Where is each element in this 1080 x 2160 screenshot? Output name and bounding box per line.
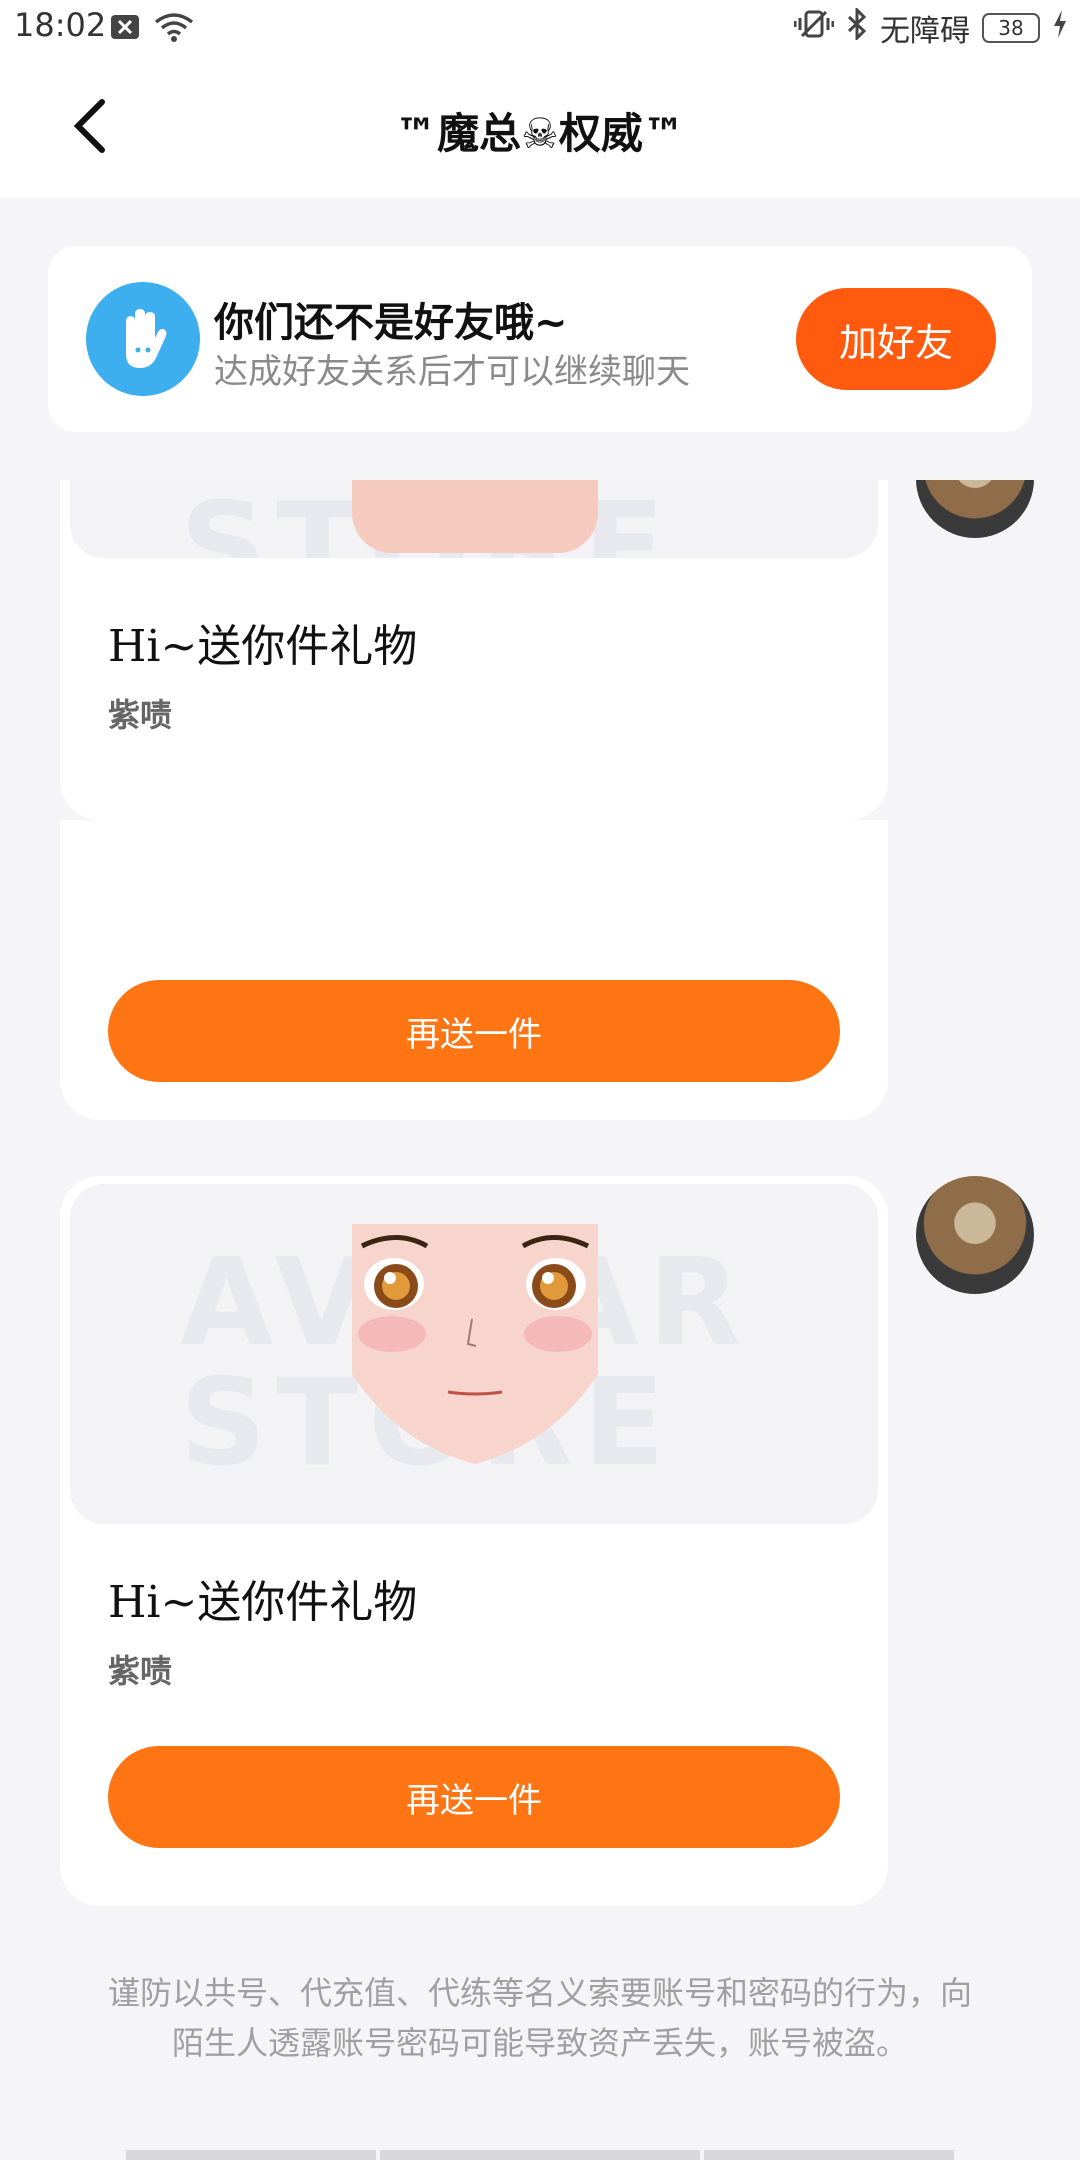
face-makeup-icon [352,1224,598,1464]
status-bar: 18:02 无障碍 38 [0,0,1080,56]
gift-preview[interactable]: AVATAR STORE [70,1184,878,1524]
gift-message-card: AVATAR STORE Hi~送你件礼物 紫啧 再送一件 [60,1176,888,1906]
friend-banner-title: 你们还不是好友哦~ [214,300,568,346]
security-disclaimer: 谨防以共号、代充值、代练等名义索要账号和密码的行为，向陌生人透露账号密码可能导致… [107,1974,972,2062]
avatar[interactable] [916,480,1034,538]
bluetooth-icon [846,6,868,48]
vibrate-icon [793,8,835,48]
gift-item-name: 紫啧 [108,1652,173,1690]
gift-title: Hi~送你件礼物 [108,1577,418,1628]
friend-request-banner: 你们还不是好友哦~ 达成好友关系后才可以继续聊天 加好友 [48,246,1032,432]
resend-gift-button[interactable]: 再送一件 [108,1746,840,1848]
add-friend-button[interactable]: 加好友 [796,288,996,390]
eye-makeup-icon [352,480,598,553]
notification-icon [110,14,140,44]
status-right: 无障碍 38 [793,6,1068,50]
gift-message-card: AVATAR STORE Hi~送你件礼物 紫啧 [60,480,888,820]
wifi-icon [154,12,194,46]
friend-banner-subtitle: 达成好友关系后才可以继续聊天 [214,352,690,392]
chat-header: ™魔总☠权威™ [0,56,1080,198]
gift-title: Hi~送你件礼物 [108,621,418,672]
gift-item-name: 紫啧 [108,696,173,734]
accessibility-label: 无障碍 [880,14,970,49]
resend-gift-button[interactable]: 再送一件 [108,980,840,1082]
charging-icon [1052,9,1068,47]
gift-preview[interactable]: AVATAR STORE [70,480,878,558]
status-left-icons [110,12,194,46]
page-title: ™魔总☠权威™ [395,109,685,158]
hand-wave-icon [86,282,200,396]
status-time: 18:02 [14,6,107,44]
avatar[interactable] [916,1176,1034,1294]
chat-messages[interactable]: AVATAR STORE Hi~送你件礼物 紫啧 再送一件 AVATAR STO… [0,480,1080,2160]
battery-indicator: 38 [982,13,1040,43]
input-bar-edge [126,2150,954,2160]
